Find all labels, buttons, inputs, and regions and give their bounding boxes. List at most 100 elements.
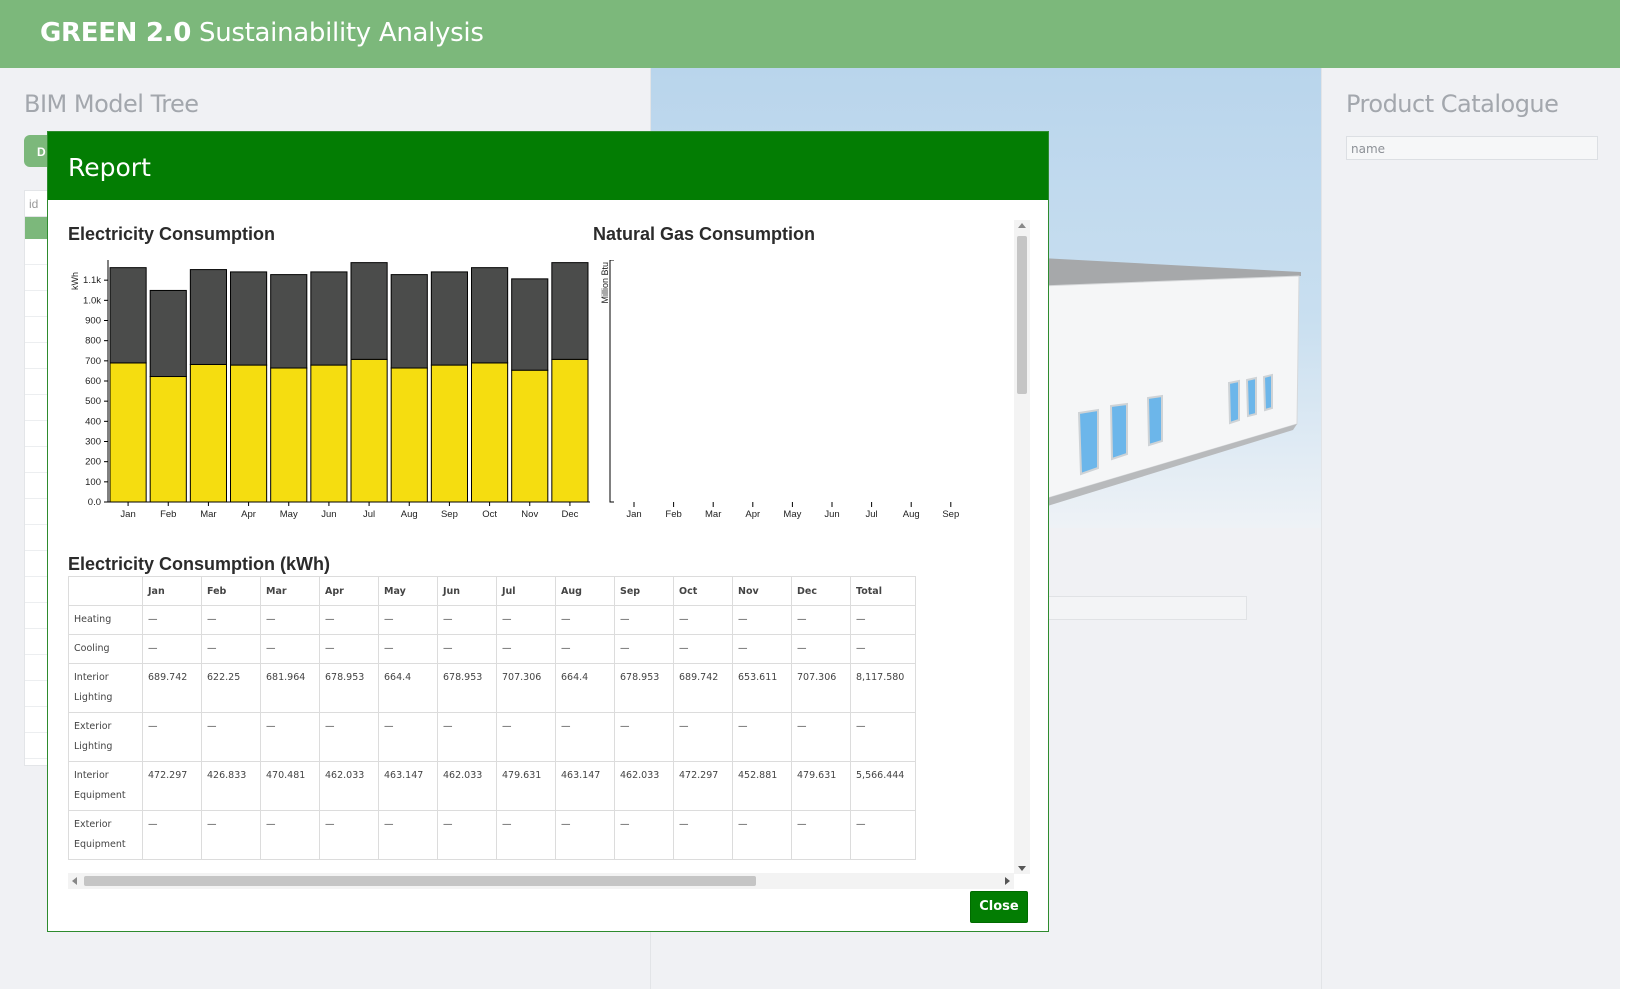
horizontal-scroll-thumb[interactable]: [84, 876, 756, 886]
bar-interior-lighting: [551, 358, 589, 503]
table-header-row: Jan Feb Mar Apr May Jun Jul Aug Sep Oct …: [68, 576, 916, 606]
y-tick-label: 1.1k: [83, 275, 101, 286]
product-catalogue-panel: Product Catalogue name: [1322, 68, 1620, 989]
table-header-cell[interactable]: May: [378, 576, 438, 606]
bar-interior-lighting: [430, 364, 468, 503]
table-cell: 472.297: [142, 761, 202, 811]
scroll-down-arrow-icon[interactable]: [1018, 866, 1026, 871]
bar-interior-equipment: [149, 289, 187, 378]
modal-title: Report: [68, 153, 151, 182]
electricity-chart-title: Electricity Consumption: [68, 224, 276, 244]
table-cell: —: [850, 712, 916, 762]
table-cell: —: [437, 634, 497, 664]
gas-chart: Million Btu Jan Feb Mar Apr May Jun Jul Aug Sep: [600, 260, 959, 520]
table-header-cell[interactable]: Sep: [614, 576, 674, 606]
scroll-right-arrow-icon[interactable]: [1005, 877, 1010, 885]
x-tick-label: Jul: [866, 509, 878, 520]
modal-horizontal-scrollbar[interactable]: [68, 873, 1014, 889]
table-cell: —: [732, 634, 792, 664]
y-tick-label: 1.0k: [83, 295, 101, 306]
catalogue-search-input[interactable]: name: [1346, 136, 1598, 160]
table-cell: —: [201, 810, 261, 860]
table-cell: 664.4: [378, 663, 438, 713]
scroll-left-arrow-icon[interactable]: [72, 877, 77, 885]
table-cell: —: [319, 810, 379, 860]
gas-chart-title: Natural Gas Consumption: [593, 224, 816, 244]
bar-interior-lighting: [109, 362, 147, 503]
scroll-up-arrow-icon[interactable]: [1018, 223, 1026, 228]
table-cell: —: [201, 605, 261, 635]
bar-interior-lighting: [270, 367, 308, 503]
table-cell: 479.631: [496, 761, 556, 811]
y-tick-label: 700: [85, 356, 101, 367]
electricity-chart: 0.0 100 200 300 400 500 600 700 800 900 1.0k 1.1kkW…: [70, 260, 590, 520]
app-header: GREEN 2.0 Sustainability Analysis: [0, 0, 1626, 68]
table-cell: —: [260, 810, 320, 860]
bar-interior-equipment: [471, 267, 509, 364]
table-header-cell[interactable]: Jul: [496, 576, 556, 606]
table-header-cell[interactable]: Total: [850, 576, 916, 606]
x-tick-label: Feb: [160, 509, 176, 520]
table-cell: —: [319, 712, 379, 762]
y-tick-label: 500: [85, 396, 101, 407]
table-header-cell[interactable]: Jun: [437, 576, 497, 606]
table-row: Exterior Lighting — — — — — — — — — — — — —: [68, 712, 916, 762]
table-row: Interior Lighting 689.742 622.25 681.964 678.…: [68, 663, 916, 713]
table-cell: —: [555, 810, 615, 860]
bar-interior-lighting: [350, 358, 388, 503]
x-tick-label: May: [280, 509, 298, 520]
table-cell: —: [614, 634, 674, 664]
bar-interior-equipment: [430, 271, 468, 366]
table-cell: —: [614, 712, 674, 762]
x-tick-label: Oct: [482, 509, 497, 520]
brand-bold: GREEN 2.0: [40, 18, 192, 48]
table-row: Heating — — — — — — — — — — — — —: [68, 605, 916, 635]
table-cell: 462.033: [319, 761, 379, 811]
table-cell: —: [614, 605, 674, 635]
table-header-cell[interactable]: Dec: [791, 576, 851, 606]
table-cell: —: [260, 712, 320, 762]
x-tick-label: Mar: [705, 509, 721, 520]
modal-body[interactable]: Electricity Consumption Natural Gas Cons…: [68, 220, 1030, 890]
x-tick-label: Jan: [120, 509, 135, 520]
table-header-cell[interactable]: Apr: [319, 576, 379, 606]
table-cell: —: [378, 605, 438, 635]
building-window: [1146, 394, 1163, 447]
table-header-cell[interactable]: Nov: [732, 576, 792, 606]
table-cell: —: [142, 634, 202, 664]
report-modal: Report Electricity Consumption Natural G…: [47, 131, 1049, 932]
bar-interior-equipment: [350, 262, 388, 360]
bar-interior-equipment: [230, 271, 268, 366]
table-cell: 462.033: [614, 761, 674, 811]
table-cell: —: [850, 634, 916, 664]
table-header-cell[interactable]: Mar: [260, 576, 320, 606]
table-cell: —: [791, 605, 851, 635]
table-header-cell[interactable]: Jan: [142, 576, 202, 606]
table-cell: —: [319, 605, 379, 635]
table-cell: 678.953: [614, 663, 674, 713]
close-button[interactable]: Close: [970, 891, 1028, 923]
y-tick-label: 100: [85, 477, 101, 488]
table-cell: —: [201, 712, 261, 762]
table-body: Heating — — — — — — — — — — — — — Cooling — — — — — — — — — — — — —…: [68, 605, 916, 860]
modal-vertical-scrollbar[interactable]: [1014, 220, 1030, 874]
table-cell: —: [673, 605, 733, 635]
table-header-cell[interactable]: Feb: [201, 576, 261, 606]
app-brand[interactable]: GREEN 2.0 Sustainability Analysis: [40, 18, 484, 48]
table-cell: —: [850, 605, 916, 635]
table-cell: 681.964: [260, 663, 320, 713]
table-cell: 653.611: [732, 663, 792, 713]
table-header-cell[interactable]: Aug: [555, 576, 615, 606]
table-header-cell[interactable]: Oct: [673, 576, 733, 606]
x-tick-label: Jun: [824, 509, 839, 520]
electricity-table: Jan Feb Mar Apr May Jun Jul Aug Sep Oct …: [68, 576, 916, 860]
table-cell: —: [555, 634, 615, 664]
page-scrollbar[interactable]: [1620, 0, 1626, 989]
table-cell: —: [496, 605, 556, 635]
vertical-scroll-thumb[interactable]: [1017, 236, 1027, 394]
x-tick-label: Apr: [745, 509, 760, 520]
table-cell: 5,566.444: [850, 761, 916, 811]
table-cell: 463.147: [378, 761, 438, 811]
row-label: Heating: [68, 605, 143, 635]
table-cell: —: [791, 810, 851, 860]
